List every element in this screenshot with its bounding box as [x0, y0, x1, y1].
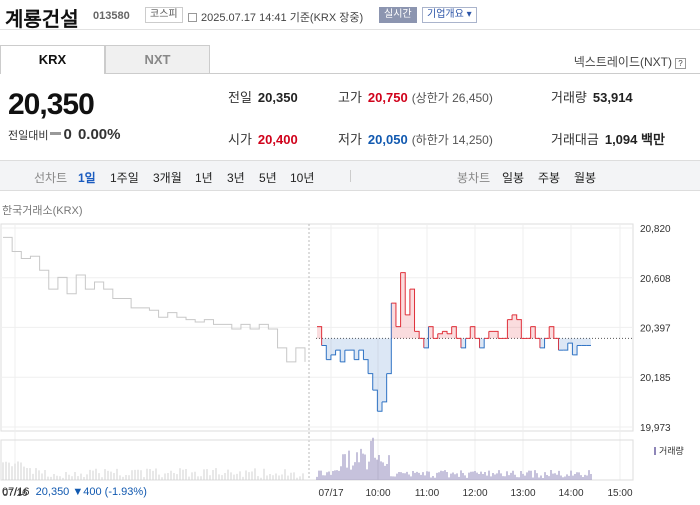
price-segment	[553, 337, 559, 351]
area-segment	[563, 338, 568, 351]
x-tick-label: 15:00	[607, 488, 632, 499]
area-segment	[349, 338, 355, 351]
area-segment	[391, 303, 396, 339]
x-tick-label: 11:00	[415, 488, 440, 499]
area-segment	[326, 338, 331, 360]
volume-legend: 거래량	[654, 444, 684, 457]
price-segment	[419, 337, 425, 348]
area-segment	[539, 338, 545, 348]
area-segment	[516, 319, 522, 339]
area-segment	[572, 338, 578, 355]
area-segment	[530, 326, 536, 339]
area-segment	[451, 326, 457, 339]
price-segment	[474, 337, 481, 348]
area-segment	[409, 289, 415, 339]
area-segment	[386, 338, 392, 374]
area-segment	[507, 319, 513, 339]
prev-day-summary: 07/16 20,350 ▼400 (-1.93%)	[2, 486, 147, 498]
price-segment	[484, 331, 490, 339]
area-segment	[354, 338, 359, 360]
price-segment	[335, 349, 341, 362]
volume-legend-swatch	[654, 447, 656, 455]
area-segment	[470, 326, 475, 339]
area-segment	[437, 333, 443, 339]
price-segment	[321, 344, 327, 360]
price-segment	[358, 349, 364, 360]
price-segment	[502, 319, 508, 339]
price-segment	[437, 331, 443, 335]
area-segment	[493, 331, 499, 339]
area-segment	[423, 338, 429, 348]
price-segment	[372, 389, 378, 412]
price-segment	[544, 326, 550, 339]
area-segment	[414, 331, 420, 339]
area-segment	[317, 326, 322, 339]
area-segment	[479, 338, 485, 348]
prev-day-line	[3, 236, 306, 363]
price-segment	[456, 337, 462, 348]
area-segment	[488, 331, 494, 339]
area-segment	[460, 338, 466, 348]
area-segment	[428, 326, 434, 339]
area-segment	[363, 338, 369, 360]
area-segment	[586, 338, 591, 346]
price-segment	[525, 326, 532, 339]
x-tick-label: 14:00	[558, 488, 583, 499]
area-segment	[377, 338, 383, 412]
x-tick-label: 07/17	[318, 488, 343, 499]
price-segment	[349, 349, 355, 360]
x-tick-label: 13:00	[510, 488, 535, 499]
price-segment	[567, 342, 573, 355]
area-segment	[372, 338, 378, 391]
y-tick-label: 19,973	[640, 423, 671, 434]
area-segment	[558, 338, 564, 351]
area-segment	[549, 326, 554, 339]
area-segment	[567, 338, 573, 344]
area-segment	[358, 338, 364, 351]
y-tick-label: 20,608	[640, 274, 671, 285]
area-segment	[344, 338, 350, 351]
area-segment	[335, 338, 341, 351]
y-tick-label: 20,820	[640, 224, 671, 235]
price-segment	[535, 337, 541, 348]
area-segment	[382, 338, 387, 402]
price-segment	[395, 272, 402, 328]
area-segment	[330, 338, 336, 355]
price-segment	[405, 289, 411, 316]
area-segment	[395, 326, 401, 339]
y-tick-label: 20,397	[640, 323, 671, 334]
price-segment	[363, 359, 369, 374]
area-segment	[512, 314, 517, 339]
area-segment	[400, 272, 406, 339]
area-segment	[368, 338, 373, 374]
area-segment	[340, 338, 345, 362]
price-segment	[465, 326, 471, 339]
area-segment	[405, 314, 410, 339]
price-chart: 20,82020,60820,39720,18519,97307/16 07/17…	[0, 223, 671, 499]
x-tick-label: 10:00	[365, 488, 390, 499]
area-segment	[447, 333, 452, 339]
price-segment	[368, 373, 374, 391]
area-segment	[581, 338, 587, 346]
price-segment	[433, 333, 439, 339]
x-tick-label: 12:00	[462, 488, 487, 499]
price-segment	[507, 314, 513, 321]
area-segment	[321, 338, 327, 346]
area-segment	[442, 331, 448, 339]
area-segment	[577, 338, 582, 346]
y-tick-label: 20,185	[640, 373, 671, 384]
